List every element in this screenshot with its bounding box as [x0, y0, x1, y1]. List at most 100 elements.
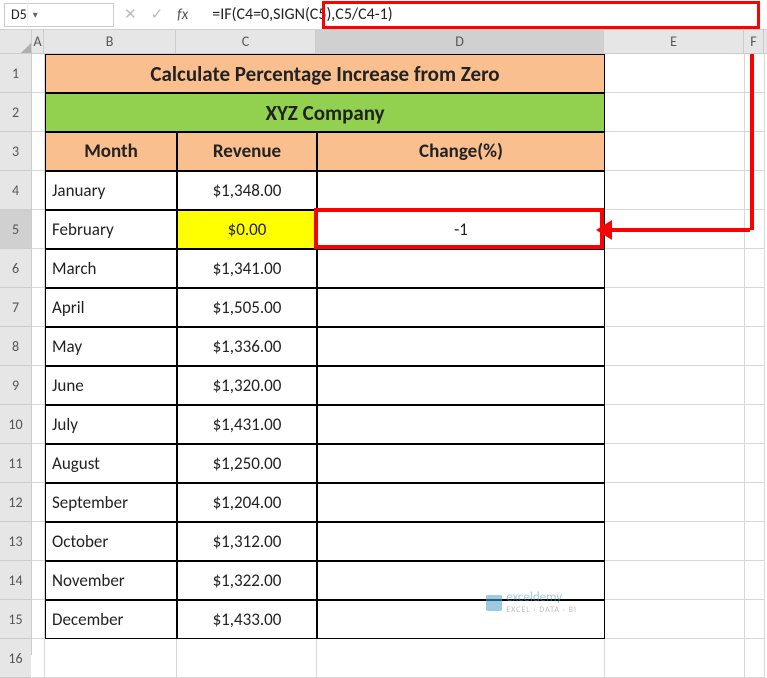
cell-E1[interactable] — [605, 54, 745, 93]
cell-A6[interactable] — [32, 249, 45, 288]
col-header-C[interactable]: C — [176, 30, 316, 53]
cell-A7[interactable] — [32, 288, 45, 327]
cell-revenue-5[interactable]: $0.00 — [177, 210, 317, 249]
row-header-16[interactable]: 16 — [0, 639, 31, 678]
cell-month-8[interactable]: May — [45, 327, 177, 366]
cell-month-5[interactable]: February — [45, 210, 177, 249]
cell-F12[interactable] — [745, 483, 765, 522]
row-header-2[interactable]: 2 — [0, 93, 31, 132]
cell-F11[interactable] — [745, 444, 765, 483]
title-2[interactable]: XYZ Company — [45, 93, 605, 132]
cell-E12[interactable] — [605, 483, 745, 522]
row-header-1[interactable]: 1 — [0, 54, 31, 93]
cell-revenue-6[interactable]: $1,341.00 — [177, 249, 317, 288]
col-header-A[interactable]: A — [32, 30, 44, 53]
cell-E13[interactable] — [605, 522, 745, 561]
cell-month-7[interactable]: April — [45, 288, 177, 327]
cell-revenue-11[interactable]: $1,250.00 — [177, 444, 317, 483]
cell-change-7[interactable] — [317, 288, 605, 327]
cell-change-11[interactable] — [317, 444, 605, 483]
cell-A16[interactable] — [32, 639, 45, 678]
col-header-D[interactable]: D — [316, 30, 604, 53]
cell-F8[interactable] — [745, 327, 765, 366]
cell-F16[interactable] — [745, 639, 765, 678]
cell-E9[interactable] — [605, 366, 745, 405]
header-revenue[interactable]: Revenue — [177, 132, 317, 171]
row-header-9[interactable]: 9 — [0, 366, 31, 405]
cell-F10[interactable] — [745, 405, 765, 444]
cell-A8[interactable] — [32, 327, 45, 366]
fx-icon[interactable]: fx — [177, 6, 188, 24]
row-header-12[interactable]: 12 — [0, 483, 31, 522]
cell-E2[interactable] — [605, 93, 745, 132]
cell-F4[interactable] — [745, 171, 765, 210]
cell-A5[interactable] — [32, 210, 45, 249]
title-1[interactable]: Calculate Percentage Increase from Zero — [45, 54, 605, 93]
cell-month-15[interactable]: December — [45, 600, 177, 639]
cell-E8[interactable] — [605, 327, 745, 366]
cancel-icon[interactable]: ✕ — [124, 5, 137, 24]
cell-month-9[interactable]: June — [45, 366, 177, 405]
cell-month-12[interactable]: September — [45, 483, 177, 522]
cell-revenue-15[interactable]: $1,433.00 — [177, 600, 317, 639]
formula-bar[interactable]: =IF(C4=0,SIGN(C5),C5/C4-1) — [204, 3, 763, 27]
row-header-3[interactable]: 3 — [0, 132, 31, 171]
cell-E3[interactable] — [605, 132, 745, 171]
cell-F13[interactable] — [745, 522, 765, 561]
cell-A12[interactable] — [32, 483, 45, 522]
cell-change-4[interactable] — [317, 171, 605, 210]
cell-month-6[interactable]: March — [45, 249, 177, 288]
row-header-11[interactable]: 11 — [0, 444, 31, 483]
row-header-14[interactable]: 14 — [0, 561, 31, 600]
name-box-dropdown-icon[interactable]: ▾ — [27, 3, 43, 27]
cell-month-13[interactable]: October — [45, 522, 177, 561]
cell-E14[interactable] — [605, 561, 745, 600]
row-header-10[interactable]: 10 — [0, 405, 31, 444]
cell-B16[interactable] — [45, 639, 177, 678]
row-header-7[interactable]: 7 — [0, 288, 31, 327]
cell-E11[interactable] — [605, 444, 745, 483]
row-header-5[interactable]: 5 — [0, 210, 31, 249]
row-header-6[interactable]: 6 — [0, 249, 31, 288]
cell-month-4[interactable]: January — [45, 171, 177, 210]
cell-F2[interactable] — [745, 93, 765, 132]
cell-A14[interactable] — [32, 561, 45, 600]
cell-F9[interactable] — [745, 366, 765, 405]
cell-change-6[interactable] — [317, 249, 605, 288]
name-box[interactable]: D5 ▾ — [4, 3, 114, 27]
cell-revenue-10[interactable]: $1,431.00 — [177, 405, 317, 444]
col-header-E[interactable]: E — [604, 30, 744, 53]
cell-F6[interactable] — [745, 249, 765, 288]
row-header-8[interactable]: 8 — [0, 327, 31, 366]
cell-change-13[interactable] — [317, 522, 605, 561]
cell-month-10[interactable]: July — [45, 405, 177, 444]
enter-icon[interactable]: ✓ — [151, 5, 164, 24]
cell-F14[interactable] — [745, 561, 765, 600]
cell-revenue-14[interactable]: $1,322.00 — [177, 561, 317, 600]
cell-A4[interactable] — [32, 171, 45, 210]
cell-E6[interactable] — [605, 249, 745, 288]
cell-revenue-12[interactable]: $1,204.00 — [177, 483, 317, 522]
cell-A2[interactable] — [32, 93, 45, 132]
cell-A15[interactable] — [32, 600, 45, 639]
cell-A1[interactable] — [32, 54, 45, 93]
cell-revenue-7[interactable]: $1,505.00 — [177, 288, 317, 327]
cell-A9[interactable] — [32, 366, 45, 405]
cell-revenue-4[interactable]: $1,348.00 — [177, 171, 317, 210]
cell-change-8[interactable] — [317, 327, 605, 366]
cell-A10[interactable] — [32, 405, 45, 444]
row-header-15[interactable]: 15 — [0, 600, 31, 639]
cell-E15[interactable] — [605, 600, 745, 639]
select-all-triangle[interactable] — [0, 30, 31, 54]
cell-F15[interactable] — [745, 600, 765, 639]
cell-A3[interactable] — [32, 132, 45, 171]
row-header-4[interactable]: 4 — [0, 171, 31, 210]
grid[interactable]: Calculate Percentage Increase from ZeroX… — [32, 54, 767, 678]
cell-month-11[interactable]: August — [45, 444, 177, 483]
cell-E4[interactable] — [605, 171, 745, 210]
cell-change-12[interactable] — [317, 483, 605, 522]
col-header-B[interactable]: B — [44, 30, 176, 53]
cell-F3[interactable] — [745, 132, 765, 171]
cell-revenue-9[interactable]: $1,320.00 — [177, 366, 317, 405]
cell-C16[interactable] — [177, 639, 317, 678]
